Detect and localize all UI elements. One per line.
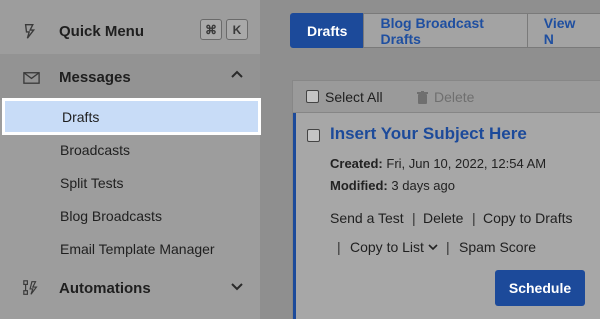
quick-menu-item[interactable]: Quick Menu ⌘ K xyxy=(0,8,260,54)
chevron-up-icon[interactable] xyxy=(228,66,246,84)
command-key-icon: ⌘ xyxy=(200,19,222,40)
delete-selected-button[interactable]: Delete xyxy=(417,89,474,105)
sidebar: Quick Menu ⌘ K Messages Drafts Broadcast… xyxy=(0,0,261,319)
send-test-link[interactable]: Send a Test xyxy=(330,210,404,226)
drafts-toolbar: Select All Delete xyxy=(293,81,600,113)
k-key-badge: K xyxy=(226,19,248,40)
sidebar-item-broadcasts[interactable]: Broadcasts xyxy=(0,133,260,166)
modified-label: Modified: xyxy=(330,178,388,193)
automations-label: Automations xyxy=(59,279,151,297)
copy-to-drafts-link[interactable]: Copy to Drafts xyxy=(483,210,572,226)
modified-line: Modified: 3 days ago xyxy=(330,178,455,193)
tab-drafts[interactable]: Drafts xyxy=(290,13,365,48)
action-separator: | xyxy=(412,210,416,226)
delete-label: Delete xyxy=(434,89,475,105)
quick-menu-label: Quick Menu xyxy=(59,22,145,40)
automations-section[interactable]: Automations xyxy=(0,265,260,311)
chevron-down-icon xyxy=(428,244,438,251)
select-all-checkbox[interactable] xyxy=(306,90,319,103)
draft-checkbox[interactable] xyxy=(307,129,320,142)
envelope-icon xyxy=(20,66,42,88)
chevron-down-icon[interactable] xyxy=(228,277,246,295)
delete-draft-link[interactable]: Delete xyxy=(423,210,463,226)
created-line: Created: Fri, Jun 10, 2022, 12:54 AM xyxy=(330,156,546,171)
created-label: Created: xyxy=(330,156,383,171)
automations-icon xyxy=(20,277,42,299)
quick-menu-icon xyxy=(20,20,42,42)
created-value: Fri, Jun 10, 2022, 12:54 AM xyxy=(386,156,547,171)
action-separator: | xyxy=(337,239,341,255)
sidebar-item-email-template-manager[interactable]: Email Template Manager xyxy=(0,232,260,265)
copy-to-list-label: Copy to List xyxy=(350,239,424,255)
draft-subject-link[interactable]: Insert Your Subject Here xyxy=(330,124,527,144)
tab-blog-broadcast-drafts[interactable]: Blog Broadcast Drafts xyxy=(363,13,528,48)
tab-view[interactable]: View N xyxy=(526,13,600,48)
trash-icon xyxy=(417,90,428,104)
action-separator: | xyxy=(446,239,450,255)
sidebar-item-blog-broadcasts[interactable]: Blog Broadcasts xyxy=(0,199,260,232)
spam-score-link[interactable]: Spam Score xyxy=(459,239,536,255)
modified-value: 3 days ago xyxy=(391,178,455,193)
action-separator: | xyxy=(472,210,476,226)
sidebar-item-split-tests[interactable]: Split Tests xyxy=(0,166,260,199)
draft-item: Insert Your Subject Here Created: Fri, J… xyxy=(293,113,600,319)
drafts-panel: Select All Delete Insert Your Subject He… xyxy=(292,80,600,319)
select-all-label[interactable]: Select All xyxy=(325,89,383,105)
messages-section[interactable]: Messages xyxy=(0,54,260,100)
messages-label: Messages xyxy=(59,68,131,86)
sidebar-item-drafts[interactable]: Drafts xyxy=(2,98,261,135)
schedule-button[interactable]: Schedule xyxy=(495,270,585,306)
copy-to-list-dropdown[interactable]: Copy to List xyxy=(350,239,438,255)
drafts-tabs: Drafts Blog Broadcast Drafts View N xyxy=(290,13,600,48)
